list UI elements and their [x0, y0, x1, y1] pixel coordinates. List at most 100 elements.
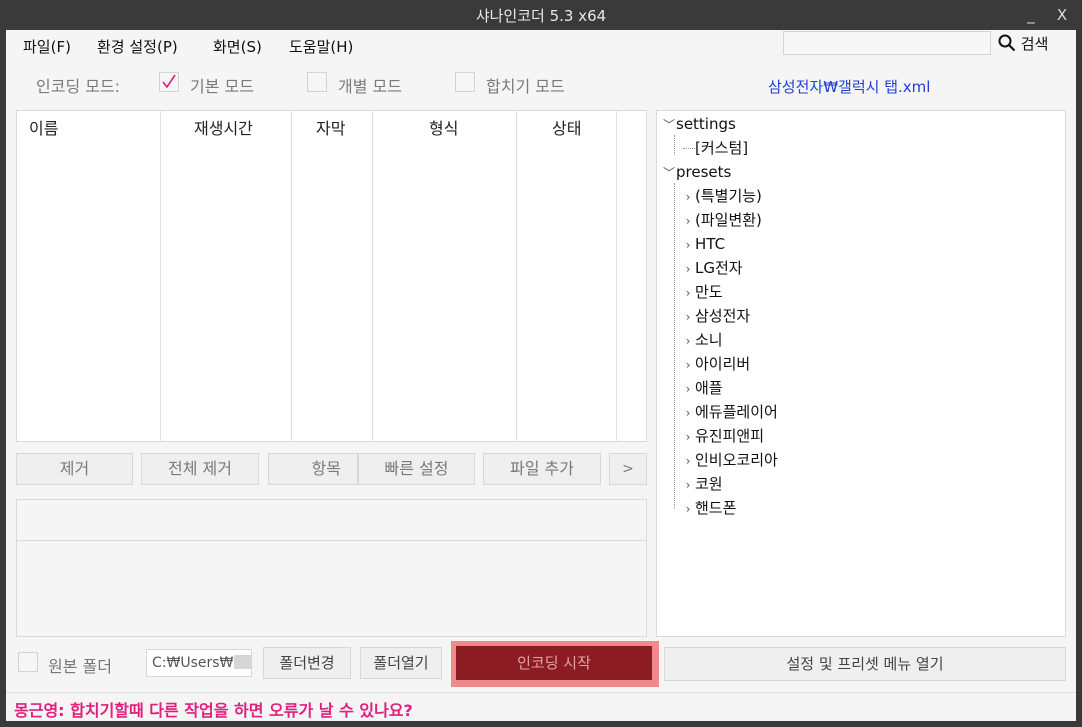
chevron-right-icon[interactable]: › — [681, 234, 695, 256]
encoding-mode-row: 인코딩 모드: 기본 모드 개별 모드 합치기 모드 삼성전자₩갤럭시 탭.xm… — [6, 68, 1076, 98]
tree-node-preset[interactable]: › 만도 — [681, 281, 723, 303]
tree-node-label: (파일변환) — [695, 211, 762, 229]
chevron-right-icon[interactable]: › — [681, 498, 695, 520]
chevron-down-icon[interactable]: ﹀ — [662, 162, 676, 184]
tree-node-label: 코원 — [695, 475, 723, 493]
tree-node-presets[interactable]: ﹀presets — [662, 161, 731, 183]
log-divider — [17, 540, 646, 541]
tree-node-label: 인비오코리아 — [695, 451, 778, 469]
tree-node-label: 유진피앤피 — [695, 427, 765, 445]
chevron-right-icon[interactable]: › — [681, 474, 695, 496]
tree-node-preset[interactable]: › 인비오코리아 — [681, 449, 778, 471]
merge-mode-checkbox[interactable] — [455, 72, 475, 92]
chevron-right-icon[interactable]: › — [681, 402, 695, 424]
tree-node-label: 핸드폰 — [695, 499, 737, 517]
individual-mode-label[interactable]: 개별 모드 — [338, 73, 402, 97]
column-header-name[interactable]: 이름 — [29, 115, 58, 139]
menu-settings[interactable]: 환경 설정(P) — [97, 36, 178, 57]
tree-node-preset[interactable]: › 유진피앤피 — [681, 425, 764, 447]
app-window: 샤나인코더 5.3 x64 _ X 파일(F) 환경 설정(P) 화면(S) 도… — [0, 0, 1082, 727]
chevron-right-icon[interactable]: › — [681, 306, 695, 328]
remove-all-button[interactable]: 전체 제거 — [141, 453, 259, 485]
remove-button[interactable]: 제거 — [16, 453, 133, 485]
tree-node-custom[interactable]: [커스텀] — [683, 137, 748, 159]
search-button[interactable]: 검색 — [998, 33, 1048, 54]
tree-node-preset[interactable]: › 코원 — [681, 473, 723, 495]
quick-settings-button[interactable]: 빠른 설정 — [358, 453, 475, 485]
tree-node-label: 애플 — [695, 379, 723, 397]
tree-node-label: 삼성전자 — [695, 307, 751, 325]
tree-node-settings[interactable]: ﹀settings — [662, 113, 736, 135]
items-button[interactable]: 항목 — [268, 453, 358, 485]
chevron-right-icon[interactable]: › — [681, 426, 695, 448]
tree-node-label: 만도 — [695, 283, 723, 301]
file-list-table[interactable]: 이름 재생시간 자막 형식 상태 — [16, 110, 647, 442]
column-header-status[interactable]: 상태 — [552, 115, 581, 139]
chevron-right-icon[interactable]: › — [681, 330, 695, 352]
output-path-input[interactable]: C:₩Users₩ — [146, 649, 252, 677]
source-folder-checkbox[interactable] — [18, 652, 38, 672]
minimize-button[interactable]: _ — [1020, 4, 1042, 26]
preset-tree[interactable]: ﹀settings [커스텀] ﹀presets › (특별기능) › (파일변환)… — [656, 110, 1066, 637]
tree-node-preset[interactable]: › 삼성전자 — [681, 305, 751, 328]
basic-mode-label[interactable]: 기본 모드 — [190, 73, 254, 97]
column-name: 이름 — [17, 111, 161, 441]
chevron-right-icon[interactable]: › — [681, 378, 695, 400]
tree-node-preset[interactable]: › 아이리버 — [681, 353, 751, 376]
search-label: 검색 — [1020, 35, 1049, 53]
tree-node-label: settings — [676, 115, 736, 133]
preset-path-link[interactable]: 삼성전자₩갤럭시 탭.xml — [768, 76, 930, 97]
column-header-duration[interactable]: 재생시간 — [194, 115, 253, 139]
menu-view[interactable]: 화면(S) — [213, 36, 262, 57]
tree-node-label: 아이리버 — [695, 355, 751, 373]
start-encoding-button[interactable]: 인코딩 시작 — [456, 646, 652, 680]
chevron-right-icon[interactable]: › — [681, 354, 695, 376]
menu-bar: 파일(F) 환경 설정(P) 화면(S) 도움말(H) 검색 — [6, 30, 1076, 60]
column-status: 상태 — [517, 111, 617, 441]
tree-node-label: HTC — [695, 235, 726, 253]
menu-help[interactable]: 도움말(H) — [289, 36, 353, 57]
change-folder-button[interactable]: 폴더변경 — [263, 647, 351, 679]
merge-mode-label[interactable]: 합치기 모드 — [486, 73, 565, 97]
settings-presets-menu-button[interactable]: 설정 및 프리셋 메뉴 열기 — [664, 647, 1066, 681]
tree-node-preset[interactable]: › HTC — [681, 233, 725, 255]
more-button[interactable]: > — [609, 453, 647, 485]
source-folder-label[interactable]: 원본 폴더 — [48, 653, 112, 677]
output-controls: 원본 폴더 C:₩Users₩ 폴더변경 폴더열기 인코딩 시작 설정 및 프리… — [6, 640, 1076, 687]
output-path-text: C:₩Users₩ — [152, 655, 234, 671]
tree-node-preset[interactable]: › 핸드폰 — [681, 497, 737, 520]
column-format: 형식 — [373, 111, 517, 441]
tree-node-preset[interactable]: › LG전자 — [681, 257, 743, 279]
chevron-down-icon[interactable]: ﹀ — [662, 114, 676, 136]
chevron-right-icon[interactable]: › — [681, 450, 695, 472]
start-encoding-highlight: 인코딩 시작 — [451, 641, 659, 687]
tree-node-preset[interactable]: › (특별기능) — [681, 185, 762, 207]
window-title: 샤나인코더 5.3 x64 — [475, 7, 607, 25]
close-button[interactable]: X — [1051, 4, 1073, 26]
search-input[interactable] — [783, 31, 991, 55]
tree-node-preset[interactable]: › 에듀플레이어 — [681, 401, 778, 423]
basic-mode-checkbox[interactable] — [159, 72, 179, 92]
tree-node-preset[interactable]: › 애플 — [681, 377, 723, 399]
chevron-right-icon[interactable]: › — [681, 282, 695, 304]
individual-mode-checkbox[interactable] — [307, 72, 327, 92]
column-header-format[interactable]: 형식 — [429, 115, 458, 139]
open-folder-button[interactable]: 폴더열기 — [360, 647, 442, 679]
menu-file[interactable]: 파일(F) — [23, 36, 71, 57]
tree-guide-line — [674, 135, 675, 155]
client-area: 파일(F) 환경 설정(P) 화면(S) 도움말(H) 검색 인코딩 모드: 기… — [6, 30, 1076, 721]
column-header-subtitle[interactable]: 자막 — [316, 115, 345, 139]
chevron-right-icon[interactable]: › — [681, 258, 695, 280]
title-bar[interactable]: 샤나인코더 5.3 x64 _ X — [0, 0, 1082, 30]
tree-node-preset[interactable]: › (파일변환) — [681, 209, 762, 231]
tree-node-label: LG전자 — [695, 259, 743, 277]
tree-node-label: (특별기능) — [695, 187, 762, 205]
checkmark-icon — [162, 74, 176, 89]
chevron-right-icon[interactable]: › — [681, 186, 695, 208]
redacted-path-block — [234, 655, 251, 669]
tree-node-preset[interactable]: › 소니 — [681, 329, 723, 351]
tree-node-label: presets — [676, 163, 732, 181]
chevron-right-icon[interactable]: › — [681, 210, 695, 232]
tree-node-label: 소니 — [695, 331, 723, 349]
add-file-button[interactable]: 파일 추가 — [483, 453, 601, 485]
